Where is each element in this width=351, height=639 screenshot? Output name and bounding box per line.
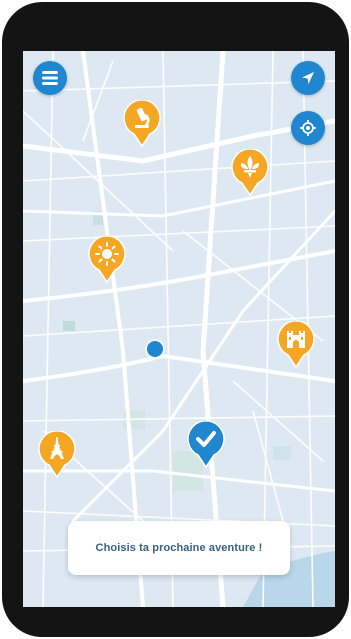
- hamburger-icon: [42, 71, 58, 85]
- pin-royalty[interactable]: [230, 149, 270, 197]
- pin-sun[interactable]: [87, 236, 127, 284]
- phone-frame: Choisis ta prochaine aventure !: [2, 2, 349, 637]
- menu-button[interactable]: [33, 61, 67, 95]
- prompt-text: Choisis ta prochaine aventure !: [95, 542, 263, 554]
- pin-paris[interactable]: [37, 431, 77, 479]
- current-location-dot: [147, 341, 163, 357]
- map-screen[interactable]: Choisis ta prochaine aventure !: [23, 51, 335, 607]
- target-location-icon: [300, 120, 316, 136]
- sun-icon: [95, 242, 119, 266]
- pin-completed[interactable]: [186, 421, 226, 469]
- navigate-button[interactable]: [291, 61, 325, 95]
- locate-me-button[interactable]: [291, 111, 325, 145]
- pin-science[interactable]: [122, 100, 162, 148]
- prompt-card[interactable]: Choisis ta prochaine aventure !: [68, 521, 290, 575]
- navigation-arrow-icon: [302, 72, 314, 84]
- pin-castle[interactable]: [276, 321, 316, 369]
